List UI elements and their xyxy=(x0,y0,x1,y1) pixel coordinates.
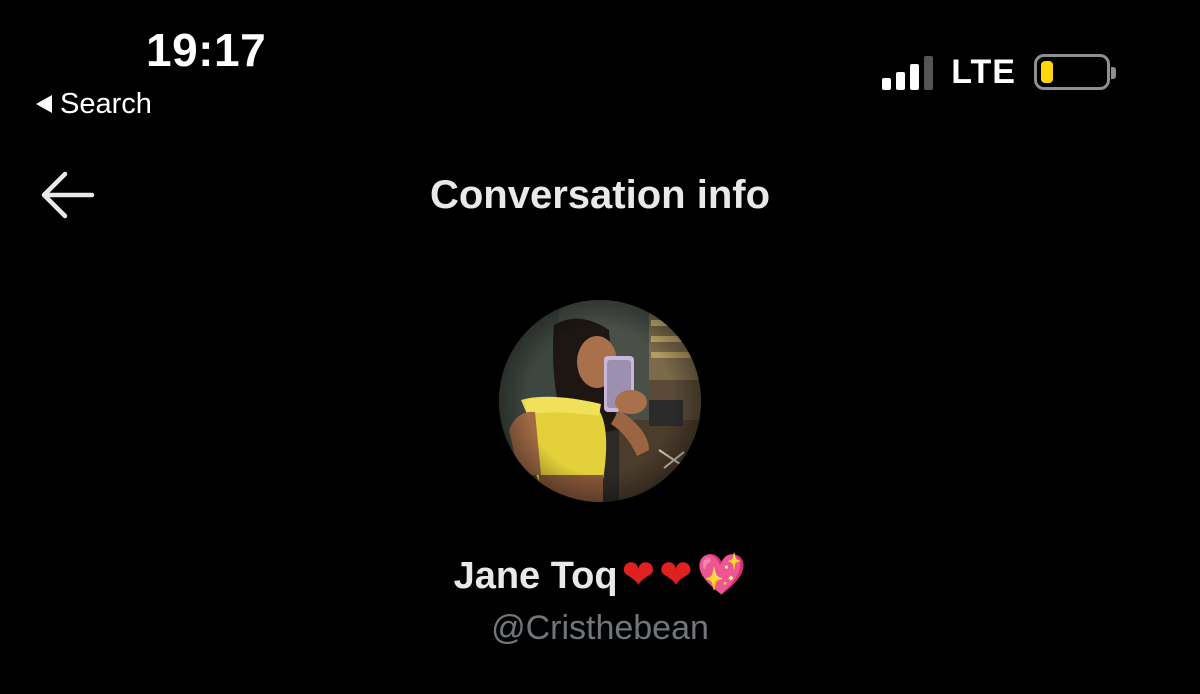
back-triangle-icon xyxy=(36,95,52,113)
status-time: 19:17 xyxy=(146,24,267,76)
status-indicators: LTE xyxy=(882,50,1116,94)
network-type: LTE xyxy=(951,52,1016,91)
battery-icon xyxy=(1034,54,1116,90)
red-heart-emoji: ❤ xyxy=(621,552,656,598)
sparkling-heart-emoji: 💖 xyxy=(696,552,747,598)
display-name-text: Jane Toq xyxy=(453,555,618,597)
status-bar: 19:17 Search LTE xyxy=(0,0,1200,130)
back-to-search-label: Search xyxy=(60,87,152,120)
page-header: Conversation info xyxy=(0,150,1200,240)
page-title: Conversation info xyxy=(429,173,771,217)
profile-display-name: Jane Toq ❤ ❤ 💖 xyxy=(0,550,1200,601)
battery-level xyxy=(1041,61,1053,83)
profile-avatar[interactable] xyxy=(499,300,701,502)
back-to-search-link[interactable]: Search xyxy=(36,86,152,122)
profile-handle[interactable]: @Cristhebean xyxy=(0,606,1200,650)
cellular-signal-icon xyxy=(882,54,934,90)
red-heart-emoji: ❤ xyxy=(659,552,693,598)
